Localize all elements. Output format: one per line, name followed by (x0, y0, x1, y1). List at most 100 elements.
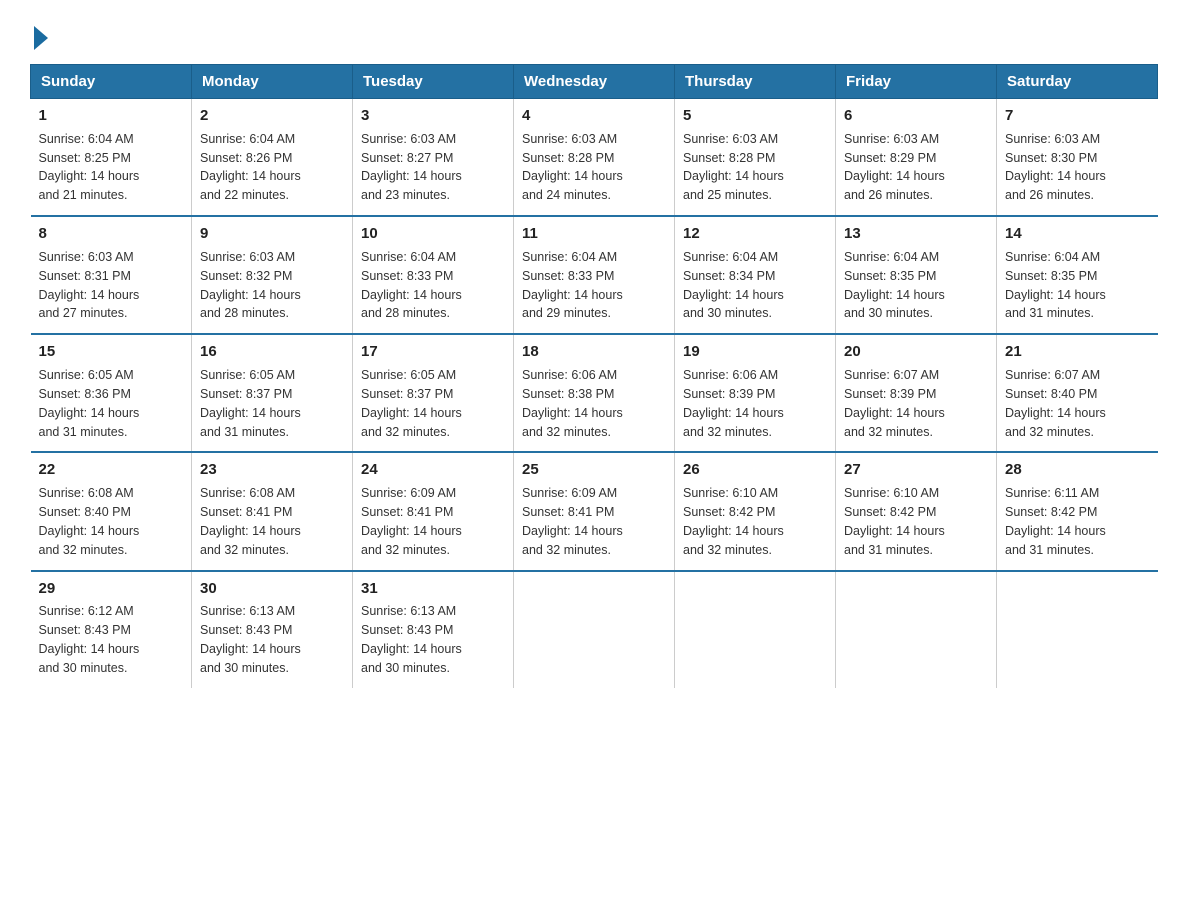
calendar-cell: 3 Sunrise: 6:03 AMSunset: 8:27 PMDayligh… (353, 99, 514, 217)
calendar-cell: 1 Sunrise: 6:04 AMSunset: 8:25 PMDayligh… (31, 99, 192, 217)
logo (30, 20, 48, 46)
calendar-cell (997, 571, 1158, 688)
day-info: Sunrise: 6:08 AMSunset: 8:40 PMDaylight:… (39, 486, 140, 557)
day-number: 27 (844, 459, 988, 481)
day-number: 22 (39, 459, 184, 481)
day-number: 25 (522, 459, 666, 481)
week-row-1: 1 Sunrise: 6:04 AMSunset: 8:25 PMDayligh… (31, 99, 1158, 217)
day-number: 24 (361, 459, 505, 481)
day-info: Sunrise: 6:13 AMSunset: 8:43 PMDaylight:… (200, 604, 301, 675)
day-number: 21 (1005, 341, 1150, 363)
header-cell-friday: Friday (836, 65, 997, 99)
calendar-cell: 21 Sunrise: 6:07 AMSunset: 8:40 PMDaylig… (997, 334, 1158, 452)
day-number: 31 (361, 578, 505, 600)
day-info: Sunrise: 6:05 AMSunset: 8:37 PMDaylight:… (361, 368, 462, 439)
calendar-cell (675, 571, 836, 688)
day-number: 4 (522, 105, 666, 127)
day-info: Sunrise: 6:03 AMSunset: 8:27 PMDaylight:… (361, 132, 462, 203)
day-info: Sunrise: 6:03 AMSunset: 8:28 PMDaylight:… (522, 132, 623, 203)
calendar-cell: 24 Sunrise: 6:09 AMSunset: 8:41 PMDaylig… (353, 452, 514, 570)
calendar-cell: 30 Sunrise: 6:13 AMSunset: 8:43 PMDaylig… (192, 571, 353, 688)
calendar-cell: 23 Sunrise: 6:08 AMSunset: 8:41 PMDaylig… (192, 452, 353, 570)
header-cell-thursday: Thursday (675, 65, 836, 99)
day-number: 3 (361, 105, 505, 127)
calendar-cell: 12 Sunrise: 6:04 AMSunset: 8:34 PMDaylig… (675, 216, 836, 334)
day-number: 15 (39, 341, 184, 363)
day-number: 19 (683, 341, 827, 363)
day-number: 20 (844, 341, 988, 363)
day-number: 13 (844, 223, 988, 245)
day-number: 6 (844, 105, 988, 127)
day-number: 1 (39, 105, 184, 127)
calendar-cell (836, 571, 997, 688)
day-number: 17 (361, 341, 505, 363)
header-cell-monday: Monday (192, 65, 353, 99)
day-info: Sunrise: 6:03 AMSunset: 8:32 PMDaylight:… (200, 250, 301, 321)
day-number: 11 (522, 223, 666, 245)
day-info: Sunrise: 6:04 AMSunset: 8:33 PMDaylight:… (522, 250, 623, 321)
day-number: 18 (522, 341, 666, 363)
day-number: 16 (200, 341, 344, 363)
calendar-cell: 27 Sunrise: 6:10 AMSunset: 8:42 PMDaylig… (836, 452, 997, 570)
day-info: Sunrise: 6:11 AMSunset: 8:42 PMDaylight:… (1005, 486, 1106, 557)
day-info: Sunrise: 6:09 AMSunset: 8:41 PMDaylight:… (522, 486, 623, 557)
calendar-cell: 19 Sunrise: 6:06 AMSunset: 8:39 PMDaylig… (675, 334, 836, 452)
day-info: Sunrise: 6:03 AMSunset: 8:31 PMDaylight:… (39, 250, 140, 321)
calendar-table: SundayMondayTuesdayWednesdayThursdayFrid… (30, 64, 1158, 688)
day-number: 7 (1005, 105, 1150, 127)
calendar-cell: 7 Sunrise: 6:03 AMSunset: 8:30 PMDayligh… (997, 99, 1158, 217)
day-info: Sunrise: 6:07 AMSunset: 8:40 PMDaylight:… (1005, 368, 1106, 439)
calendar-header: SundayMondayTuesdayWednesdayThursdayFrid… (31, 65, 1158, 99)
calendar-cell: 20 Sunrise: 6:07 AMSunset: 8:39 PMDaylig… (836, 334, 997, 452)
calendar-cell: 6 Sunrise: 6:03 AMSunset: 8:29 PMDayligh… (836, 99, 997, 217)
header-cell-sunday: Sunday (31, 65, 192, 99)
calendar-cell: 10 Sunrise: 6:04 AMSunset: 8:33 PMDaylig… (353, 216, 514, 334)
calendar-cell: 18 Sunrise: 6:06 AMSunset: 8:38 PMDaylig… (514, 334, 675, 452)
day-number: 30 (200, 578, 344, 600)
day-info: Sunrise: 6:04 AMSunset: 8:34 PMDaylight:… (683, 250, 784, 321)
day-info: Sunrise: 6:04 AMSunset: 8:35 PMDaylight:… (844, 250, 945, 321)
day-info: Sunrise: 6:03 AMSunset: 8:29 PMDaylight:… (844, 132, 945, 203)
day-number: 26 (683, 459, 827, 481)
day-info: Sunrise: 6:04 AMSunset: 8:35 PMDaylight:… (1005, 250, 1106, 321)
header-cell-saturday: Saturday (997, 65, 1158, 99)
week-row-4: 22 Sunrise: 6:08 AMSunset: 8:40 PMDaylig… (31, 452, 1158, 570)
day-info: Sunrise: 6:10 AMSunset: 8:42 PMDaylight:… (683, 486, 784, 557)
calendar-cell: 2 Sunrise: 6:04 AMSunset: 8:26 PMDayligh… (192, 99, 353, 217)
day-info: Sunrise: 6:05 AMSunset: 8:37 PMDaylight:… (200, 368, 301, 439)
day-number: 12 (683, 223, 827, 245)
calendar-cell: 14 Sunrise: 6:04 AMSunset: 8:35 PMDaylig… (997, 216, 1158, 334)
header-row: SundayMondayTuesdayWednesdayThursdayFrid… (31, 65, 1158, 99)
calendar-cell: 17 Sunrise: 6:05 AMSunset: 8:37 PMDaylig… (353, 334, 514, 452)
calendar-cell: 29 Sunrise: 6:12 AMSunset: 8:43 PMDaylig… (31, 571, 192, 688)
calendar-cell: 15 Sunrise: 6:05 AMSunset: 8:36 PMDaylig… (31, 334, 192, 452)
calendar-cell: 4 Sunrise: 6:03 AMSunset: 8:28 PMDayligh… (514, 99, 675, 217)
header-cell-tuesday: Tuesday (353, 65, 514, 99)
page-header (30, 20, 1158, 46)
day-info: Sunrise: 6:04 AMSunset: 8:25 PMDaylight:… (39, 132, 140, 203)
calendar-cell (514, 571, 675, 688)
day-number: 5 (683, 105, 827, 127)
calendar-cell: 13 Sunrise: 6:04 AMSunset: 8:35 PMDaylig… (836, 216, 997, 334)
day-number: 10 (361, 223, 505, 245)
day-info: Sunrise: 6:12 AMSunset: 8:43 PMDaylight:… (39, 604, 140, 675)
day-info: Sunrise: 6:08 AMSunset: 8:41 PMDaylight:… (200, 486, 301, 557)
calendar-cell: 11 Sunrise: 6:04 AMSunset: 8:33 PMDaylig… (514, 216, 675, 334)
day-number: 28 (1005, 459, 1150, 481)
day-number: 2 (200, 105, 344, 127)
day-info: Sunrise: 6:07 AMSunset: 8:39 PMDaylight:… (844, 368, 945, 439)
calendar-cell: 22 Sunrise: 6:08 AMSunset: 8:40 PMDaylig… (31, 452, 192, 570)
day-info: Sunrise: 6:13 AMSunset: 8:43 PMDaylight:… (361, 604, 462, 675)
day-number: 23 (200, 459, 344, 481)
calendar-cell: 9 Sunrise: 6:03 AMSunset: 8:32 PMDayligh… (192, 216, 353, 334)
day-info: Sunrise: 6:09 AMSunset: 8:41 PMDaylight:… (361, 486, 462, 557)
calendar-cell: 28 Sunrise: 6:11 AMSunset: 8:42 PMDaylig… (997, 452, 1158, 570)
day-info: Sunrise: 6:06 AMSunset: 8:38 PMDaylight:… (522, 368, 623, 439)
day-info: Sunrise: 6:10 AMSunset: 8:42 PMDaylight:… (844, 486, 945, 557)
week-row-3: 15 Sunrise: 6:05 AMSunset: 8:36 PMDaylig… (31, 334, 1158, 452)
calendar-cell: 25 Sunrise: 6:09 AMSunset: 8:41 PMDaylig… (514, 452, 675, 570)
day-number: 29 (39, 578, 184, 600)
day-number: 8 (39, 223, 184, 245)
calendar-cell: 16 Sunrise: 6:05 AMSunset: 8:37 PMDaylig… (192, 334, 353, 452)
calendar-body: 1 Sunrise: 6:04 AMSunset: 8:25 PMDayligh… (31, 99, 1158, 688)
